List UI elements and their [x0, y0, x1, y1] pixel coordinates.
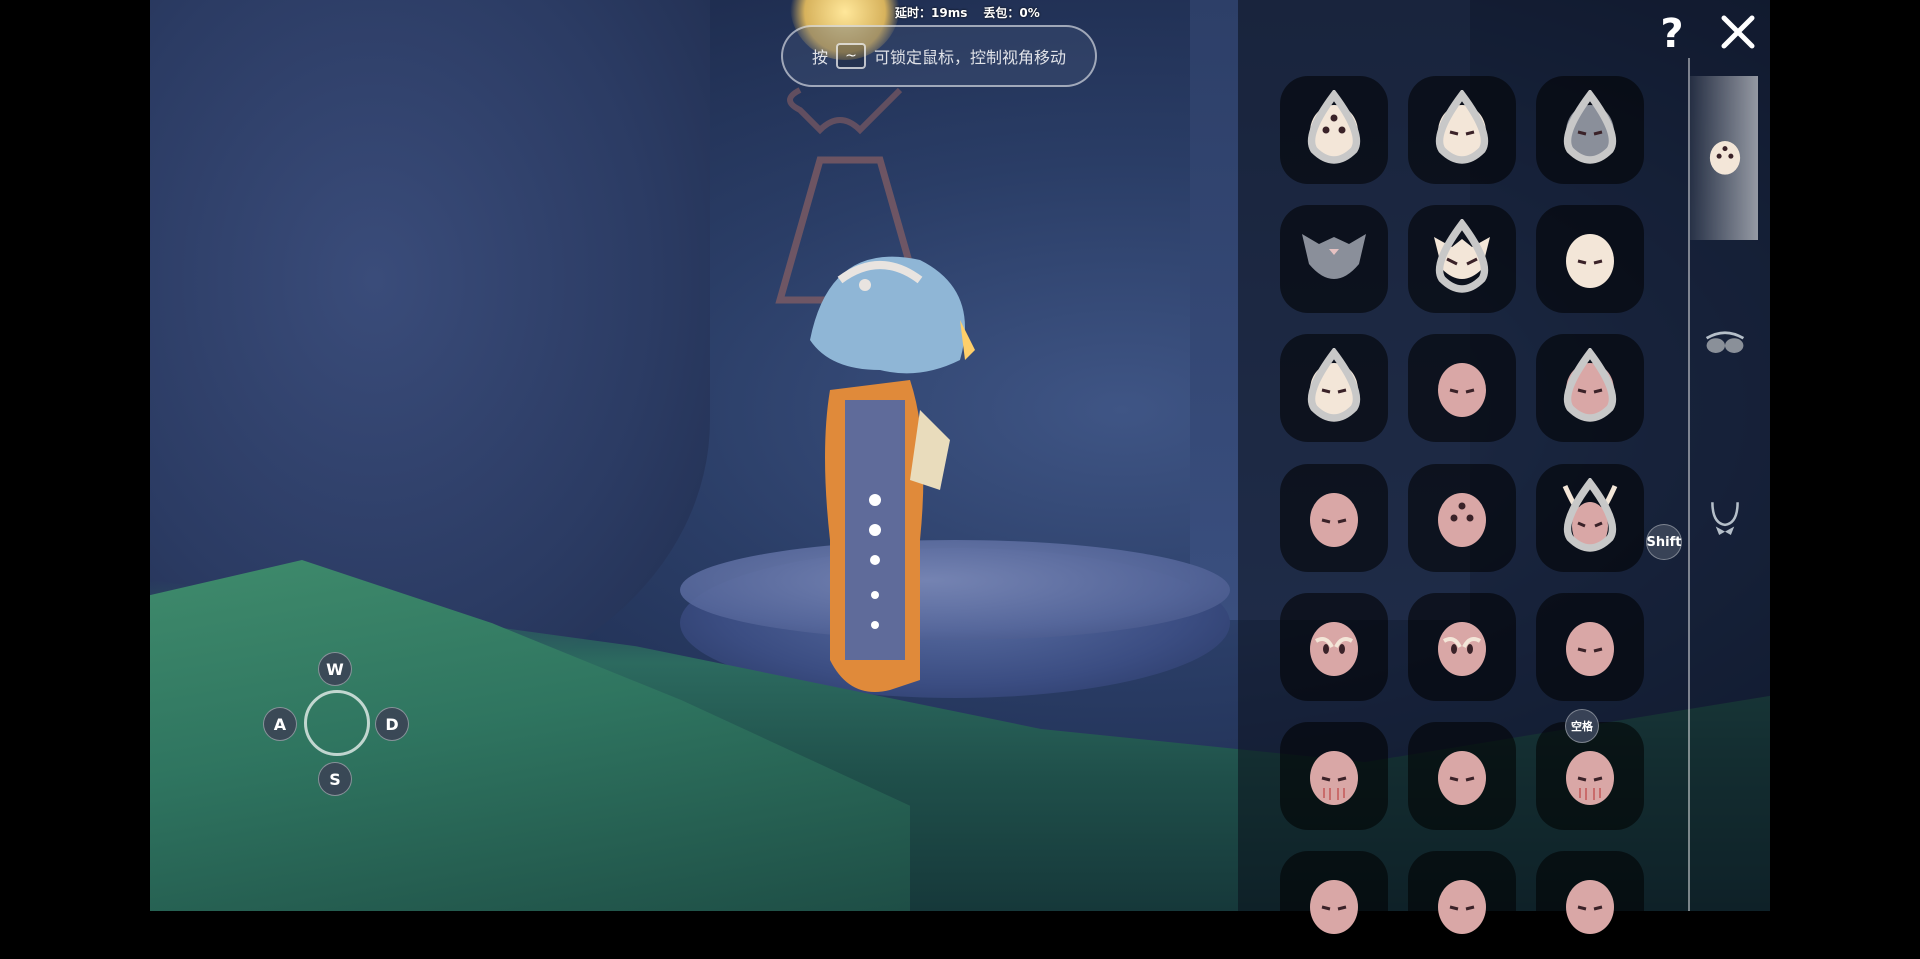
shift-key-badge: Shift	[1646, 524, 1682, 560]
stone-platform	[680, 548, 1230, 698]
mask-slot[interactable]	[1280, 851, 1388, 959]
mask-pink-partial-b-icon	[1438, 880, 1486, 934]
key-w-button[interactable]: W	[318, 652, 352, 686]
mask-slot[interactable]	[1280, 722, 1388, 830]
mask-slot[interactable]	[1536, 593, 1644, 701]
glasses-icon[interactable]	[1700, 316, 1750, 366]
mask-slot[interactable]	[1536, 464, 1644, 572]
mask-slot[interactable]	[1408, 722, 1516, 830]
mask-pink-partial-c-icon	[1566, 880, 1614, 934]
hint-prefix: 按	[811, 48, 828, 67]
mask-pink-partial-a-icon	[1310, 880, 1358, 934]
mask-pink-three-dots-icon	[1438, 493, 1486, 547]
mask-slot[interactable]	[1280, 464, 1388, 572]
mask-winged-owl-icon	[1438, 622, 1486, 676]
candle-drop-icon	[1563, 478, 1617, 552]
mask-slot[interactable]	[1536, 334, 1644, 442]
mask-slot[interactable]	[1536, 851, 1644, 959]
mask-tear-icon	[1566, 751, 1614, 805]
mask-slot[interactable]	[1408, 593, 1516, 701]
mask-slot[interactable]	[1408, 205, 1516, 313]
mask-slot[interactable]	[1408, 464, 1516, 572]
mask-sleepy-pink-icon	[1566, 622, 1614, 676]
mask-bearded-elder-icon	[1438, 363, 1486, 417]
mask-slot[interactable]	[1536, 205, 1644, 313]
mask-flower-icon	[1438, 751, 1486, 805]
help-button[interactable]: ?	[1655, 11, 1689, 57]
latency-label: 延时：19ms	[895, 6, 968, 20]
mask-slot[interactable]	[1408, 851, 1516, 959]
mask-icon[interactable]	[1700, 132, 1750, 182]
space-key-badge: 空格	[1565, 709, 1599, 743]
mask-slot[interactable]	[1280, 76, 1388, 184]
hint-text: 可锁定鼠标，控制视角移动	[874, 48, 1067, 67]
network-stats: 延时：19ms 丢包：0%	[895, 4, 1040, 22]
mask-slot[interactable]	[1408, 334, 1516, 442]
grass-hill	[150, 560, 910, 911]
player-character	[810, 256, 975, 692]
mask-bun-icon	[1566, 234, 1614, 288]
candle-drop-icon	[1435, 90, 1489, 164]
candle-drop-icon	[1435, 219, 1489, 293]
candle-drop-icon	[1563, 348, 1617, 422]
mask-gray-horned-icon	[1302, 234, 1366, 279]
key-a-button[interactable]: A	[263, 707, 297, 741]
candle-drop-icon	[1307, 348, 1361, 422]
packet-loss-label: 丢包：0%	[983, 6, 1040, 20]
movement-joystick[interactable]	[304, 690, 370, 756]
close-icon[interactable]	[1720, 14, 1756, 50]
mask-slot[interactable]	[1280, 205, 1388, 313]
candle-drop-icon	[1563, 90, 1617, 164]
ancestor-glyph	[775, 87, 925, 304]
mask-slot[interactable]	[1408, 76, 1516, 184]
stone-platform-top	[680, 540, 1230, 640]
tilde-key: ~	[836, 43, 866, 69]
mask-owl-icon	[1310, 622, 1358, 676]
key-d-button[interactable]: D	[375, 707, 409, 741]
key-s-button[interactable]: S	[318, 762, 352, 796]
mask-spiky-cracked-icon	[1310, 493, 1358, 547]
mask-slot[interactable]	[1280, 334, 1388, 442]
mouse-lock-hint: 按 ~ 可锁定鼠标，控制视角移动	[781, 25, 1097, 87]
rock-wall-left	[150, 0, 710, 700]
mask-slot[interactable]	[1536, 76, 1644, 184]
mask-slot[interactable]	[1280, 593, 1388, 701]
necklace-icon[interactable]	[1700, 494, 1750, 544]
mask-red-stripes-icon	[1310, 751, 1358, 805]
candle-drop-icon	[1307, 90, 1361, 164]
